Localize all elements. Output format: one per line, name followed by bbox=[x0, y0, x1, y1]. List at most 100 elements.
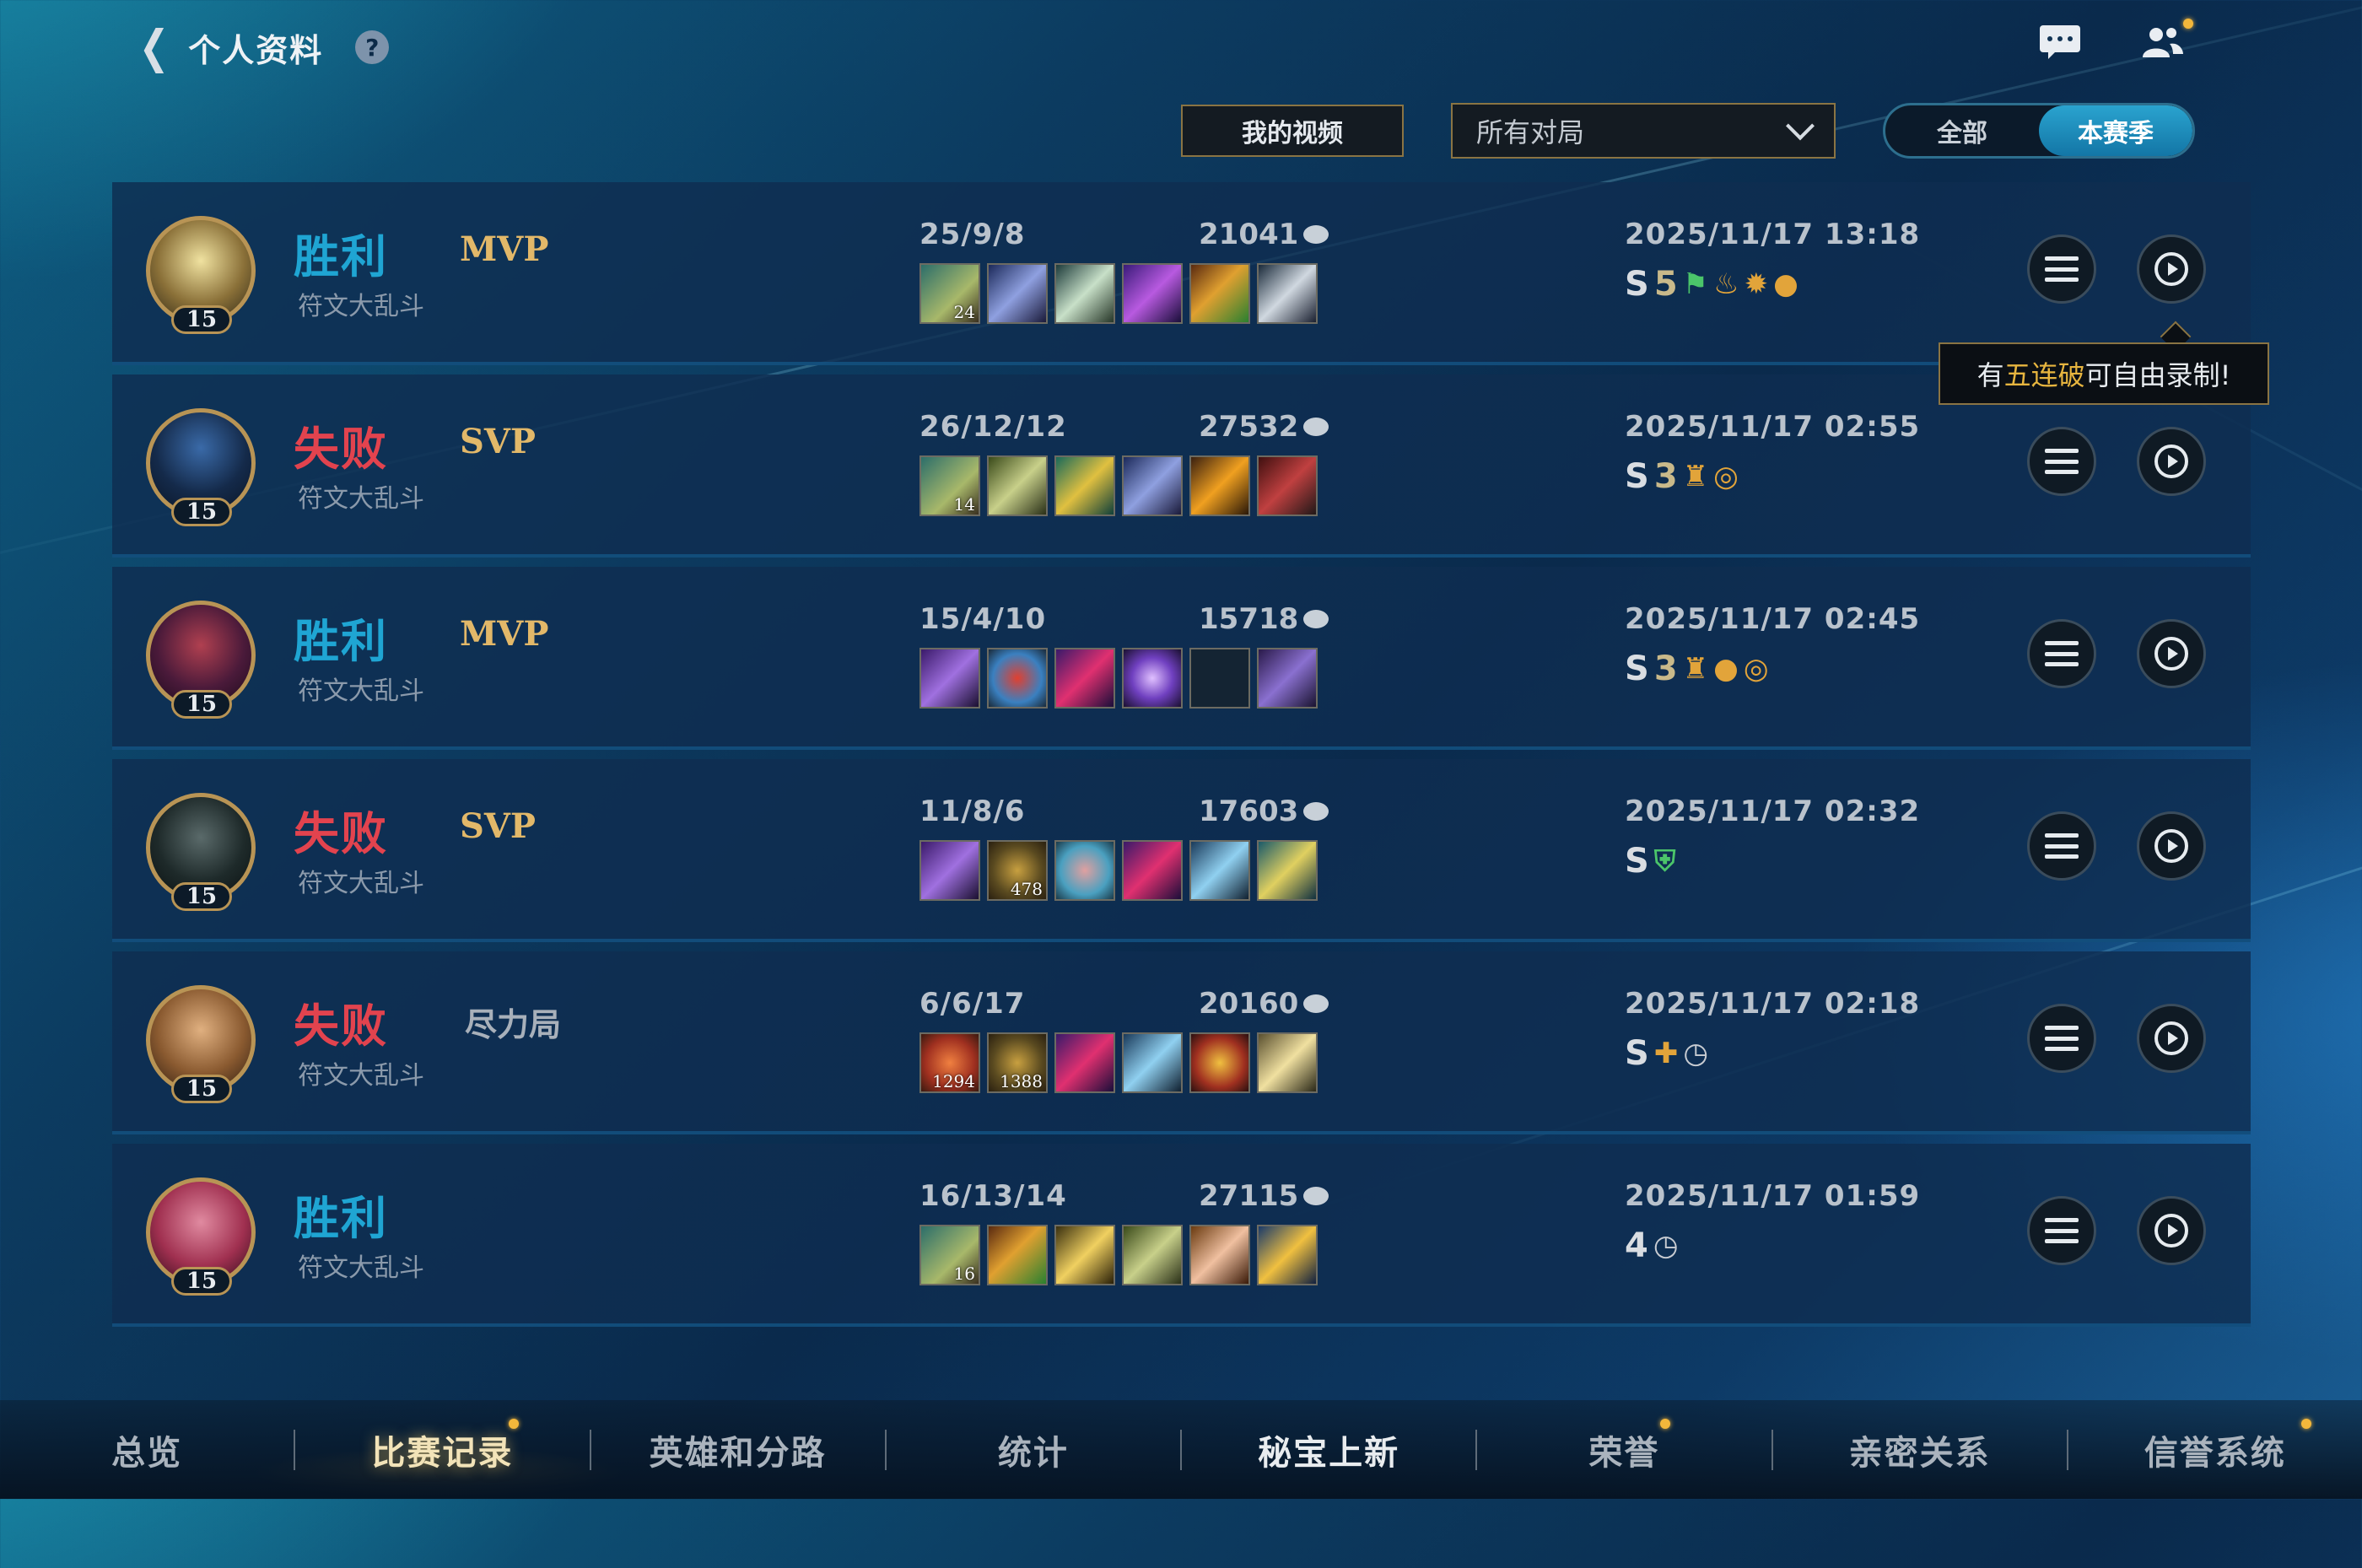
match-row[interactable]: 15 失败 符文大乱斗 SVP 11/8/6 17603 478 2025/11… bbox=[112, 759, 2251, 942]
coins-icon: ◎ bbox=[1713, 460, 1739, 493]
coin-icon bbox=[1303, 994, 1329, 1013]
item-slot[interactable]: 16 bbox=[919, 1225, 980, 1285]
match-detail-button[interactable] bbox=[2027, 811, 2096, 881]
grade-tag: S bbox=[1625, 1034, 1649, 1073]
game-mode: 符文大乱斗 bbox=[298, 869, 424, 898]
match-detail-button[interactable] bbox=[2027, 1196, 2096, 1265]
toggle-this-season[interactable]: 本赛季 bbox=[2039, 105, 2192, 156]
item-slot[interactable] bbox=[1257, 455, 1318, 516]
tab-label: 荣誉 bbox=[1588, 1433, 1660, 1473]
tab-honor[interactable]: 荣誉 bbox=[1477, 1418, 1771, 1474]
item-slot[interactable] bbox=[987, 455, 1048, 516]
item-slot[interactable]: 14 bbox=[919, 455, 980, 516]
item-slot[interactable] bbox=[1189, 263, 1250, 324]
chevron-left-icon[interactable]: ❮ bbox=[139, 24, 170, 70]
item-slot[interactable] bbox=[1257, 840, 1318, 901]
match-result: 失败 bbox=[294, 807, 388, 860]
achievement-tags: S ✚ ◷ bbox=[1625, 1034, 1708, 1073]
item-slot[interactable] bbox=[987, 648, 1048, 709]
list-icon bbox=[2045, 1218, 2079, 1243]
achievement-tags: S ⛨ bbox=[1625, 842, 1675, 881]
tab-relationships[interactable]: 亲密关系 bbox=[1773, 1425, 2067, 1474]
fire-icon: ✹ bbox=[1744, 267, 1769, 301]
tab-overview[interactable]: 总览 bbox=[0, 1425, 294, 1474]
replay-icon bbox=[2154, 829, 2188, 863]
coin-icon bbox=[1303, 418, 1329, 436]
item-slot[interactable]: 1294 bbox=[919, 1032, 980, 1093]
chevron-down-icon bbox=[1786, 111, 1815, 141]
gold-earned: 27115 bbox=[1199, 1179, 1329, 1213]
game-mode: 符文大乱斗 bbox=[298, 1253, 424, 1283]
item-slot[interactable] bbox=[1122, 648, 1183, 709]
item-slot[interactable] bbox=[1054, 840, 1115, 901]
replay-button[interactable] bbox=[2137, 234, 2206, 304]
replay-button[interactable] bbox=[2137, 619, 2206, 688]
item-slot[interactable] bbox=[1189, 840, 1250, 901]
match-detail-button[interactable] bbox=[2027, 619, 2096, 688]
item-slot[interactable] bbox=[1189, 455, 1250, 516]
match-detail-button[interactable] bbox=[2027, 1004, 2096, 1073]
drop-icon: ● bbox=[1713, 652, 1739, 686]
match-detail-button[interactable] bbox=[2027, 234, 2096, 304]
item-slot[interactable] bbox=[1257, 1032, 1318, 1093]
item-slot[interactable] bbox=[1122, 263, 1183, 324]
notification-dot bbox=[508, 1418, 519, 1429]
replay-icon bbox=[2154, 1214, 2188, 1247]
match-row[interactable]: 15 胜利 符文大乱斗 MVP 15/4/10 15718 2025/11/17… bbox=[112, 567, 2251, 750]
item-slot[interactable] bbox=[1054, 648, 1115, 709]
match-row[interactable]: 15 胜利 符文大乱斗 MVP 25/9/8 21041 24 2025/11/… bbox=[112, 182, 2251, 365]
replay-button[interactable] bbox=[2137, 427, 2206, 496]
my-videos-button[interactable]: 我的视频 bbox=[1181, 105, 1404, 157]
item-slots: 16 bbox=[919, 1225, 1318, 1285]
friends-icon[interactable] bbox=[2139, 19, 2193, 59]
replay-tooltip: 有五连破 可自由录制! bbox=[1939, 342, 2269, 405]
item-slots: 14 bbox=[919, 455, 1318, 516]
item-slot[interactable] bbox=[987, 1225, 1048, 1285]
item-slot[interactable] bbox=[1122, 455, 1183, 516]
tab-match-history[interactable]: 比赛记录 bbox=[295, 1418, 589, 1474]
tab-reputation[interactable]: 信誉系统 bbox=[2068, 1418, 2362, 1474]
item-slot[interactable] bbox=[1122, 1225, 1183, 1285]
item-slot[interactable] bbox=[1054, 455, 1115, 516]
help-icon[interactable]: ? bbox=[355, 30, 390, 64]
item-slot[interactable] bbox=[1189, 1032, 1250, 1093]
item-slot[interactable] bbox=[1122, 840, 1183, 901]
item-slot[interactable] bbox=[987, 263, 1048, 324]
match-result: 失败 bbox=[294, 423, 388, 476]
item-slot[interactable] bbox=[1054, 263, 1115, 324]
gold-value: 20160 bbox=[1199, 987, 1299, 1021]
item-stack-count: 14 bbox=[953, 494, 975, 515]
item-slot[interactable]: 24 bbox=[919, 263, 980, 324]
item-slot[interactable] bbox=[1054, 1225, 1115, 1285]
list-icon bbox=[2045, 256, 2079, 282]
item-slot[interactable] bbox=[1257, 263, 1318, 324]
match-row[interactable]: 15 胜利 符文大乱斗 16/13/14 27115 16 2025/11/17… bbox=[112, 1144, 2251, 1327]
chat-icon[interactable] bbox=[2040, 25, 2080, 59]
multikill-tag: 5 bbox=[1653, 265, 1678, 304]
item-slot[interactable]: 1388 bbox=[987, 1032, 1048, 1093]
tab-stats[interactable]: 统计 bbox=[887, 1425, 1180, 1474]
match-row[interactable]: 15 失败 符文大乱斗 尽力局 6/6/17 20160 1294 1388 2… bbox=[112, 951, 2251, 1134]
match-row[interactable]: 15 失败 符文大乱斗 SVP 26/12/12 27532 14 2025/1… bbox=[112, 374, 2251, 558]
item-slot[interactable] bbox=[1257, 1225, 1318, 1285]
match-filter-select[interactable]: 所有对局 bbox=[1451, 103, 1836, 159]
item-slot[interactable] bbox=[1189, 1225, 1250, 1285]
season-toggle[interactable]: 全部 本赛季 bbox=[1883, 103, 2195, 159]
replay-button[interactable] bbox=[2137, 811, 2206, 881]
item-slot-empty[interactable] bbox=[1189, 648, 1250, 709]
toggle-all[interactable]: 全部 bbox=[1885, 105, 2039, 156]
item-slot[interactable] bbox=[1122, 1032, 1183, 1093]
item-slot[interactable] bbox=[919, 840, 980, 901]
page-title: 个人资料 bbox=[188, 31, 324, 69]
replay-button[interactable] bbox=[2137, 1196, 2206, 1265]
item-slot[interactable] bbox=[1054, 1032, 1115, 1093]
item-slot[interactable] bbox=[1257, 648, 1318, 709]
timer-icon: ◷ bbox=[1653, 1229, 1679, 1263]
tab-champions-roles[interactable]: 英雄和分路 bbox=[591, 1425, 885, 1474]
performance-badge: MVP bbox=[460, 614, 549, 654]
item-slot[interactable]: 478 bbox=[987, 840, 1048, 901]
match-detail-button[interactable] bbox=[2027, 427, 2096, 496]
item-slot[interactable] bbox=[919, 648, 980, 709]
tab-treasure[interactable]: 秘宝上新 bbox=[1182, 1425, 1475, 1474]
replay-button[interactable] bbox=[2137, 1004, 2206, 1073]
